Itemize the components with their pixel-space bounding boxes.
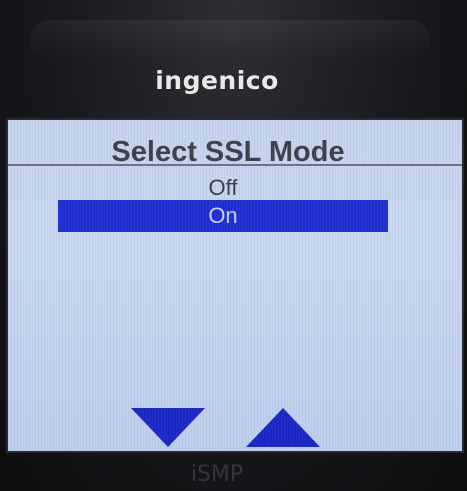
option-on-selected[interactable]: On (58, 200, 388, 232)
scroll-down-arrow-icon[interactable] (131, 408, 205, 447)
model-label: iSMP (190, 462, 244, 487)
scroll-up-arrow-icon[interactable] (246, 408, 320, 447)
payment-terminal: ingenico Select SSL Mode Off On iSMP (0, 0, 467, 491)
bezel-reflection (30, 20, 430, 60)
brand-logo: ingenico (155, 66, 279, 95)
terminal-screen: Select SSL Mode Off On (6, 118, 464, 453)
title-divider (8, 164, 462, 166)
